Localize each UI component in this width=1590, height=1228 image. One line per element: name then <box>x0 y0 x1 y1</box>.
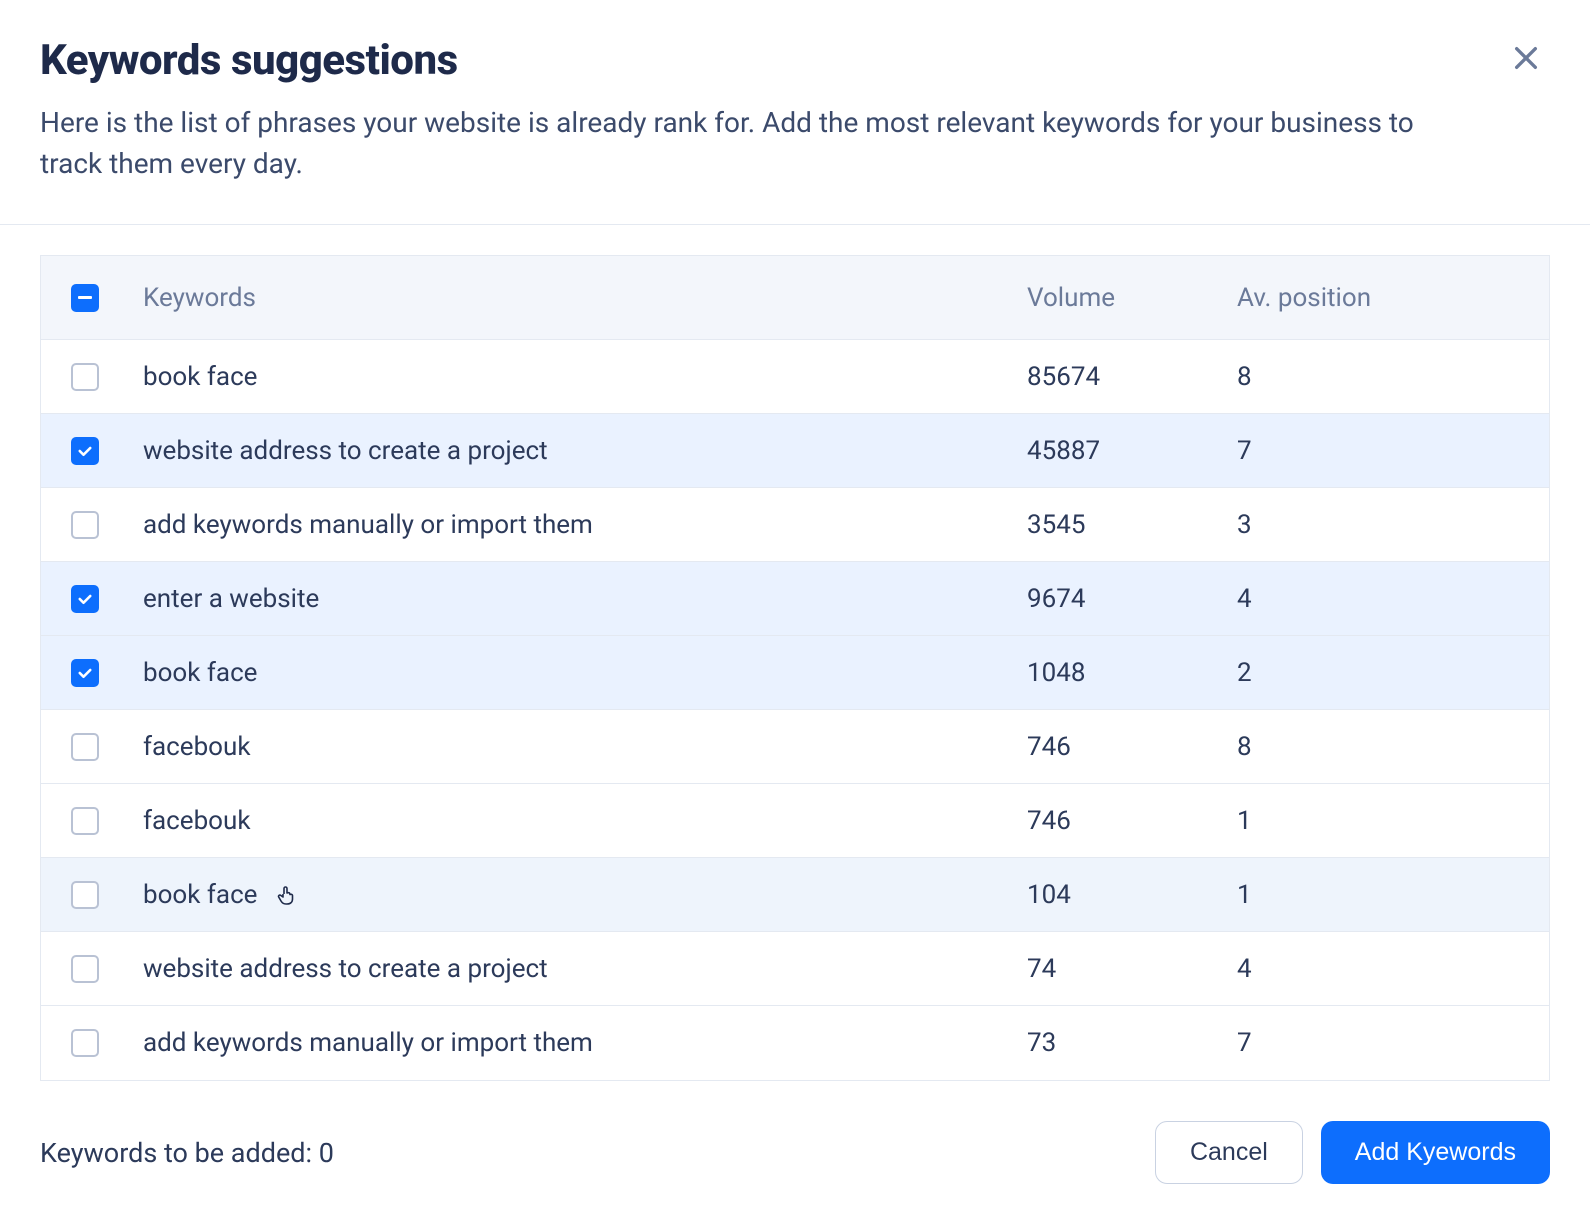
pointer-cursor-icon <box>275 883 299 907</box>
keyword-cell: enter a website <box>143 584 1027 614</box>
position-cell: 8 <box>1237 732 1537 762</box>
close-icon <box>1510 42 1542 74</box>
indeterminate-icon <box>78 296 92 299</box>
checkbox-cell <box>53 955 143 983</box>
volume-cell: 85674 <box>1027 362 1237 392</box>
volume-cell: 9674 <box>1027 584 1237 614</box>
keyword-text: add keywords manually or import them <box>143 1028 593 1058</box>
close-button[interactable] <box>1506 38 1546 82</box>
volume-cell: 104 <box>1027 880 1237 910</box>
checkbox-cell <box>53 363 143 391</box>
footer-actions: Cancel Add Kyewords <box>1155 1121 1550 1184</box>
keyword-text: enter a website <box>143 584 319 614</box>
header-volume: Volume <box>1027 283 1237 313</box>
table-row[interactable]: add keywords manually or import them 3545… <box>41 488 1549 562</box>
counter-value: 0 <box>319 1137 334 1169</box>
keyword-text: facebouk <box>143 806 251 836</box>
table-row[interactable]: facebouk 7468 <box>41 710 1549 784</box>
table-row[interactable]: add keywords manually or import them 737 <box>41 1006 1549 1080</box>
keyword-text: website address to create a project <box>143 954 548 984</box>
position-cell: 2 <box>1237 658 1537 688</box>
checkbox-cell <box>53 733 143 761</box>
checkbox-cell <box>53 1029 143 1057</box>
volume-cell: 73 <box>1027 1028 1237 1058</box>
row-checkbox[interactable] <box>71 659 99 687</box>
header-position: Av. position <box>1237 283 1537 313</box>
divider <box>0 224 1590 225</box>
keyword-text: book face <box>143 362 257 392</box>
row-checkbox[interactable] <box>71 437 99 465</box>
select-all-checkbox[interactable] <box>71 284 99 312</box>
volume-cell: 45887 <box>1027 436 1237 466</box>
checkbox-cell <box>53 437 143 465</box>
row-checkbox[interactable] <box>71 585 99 613</box>
row-checkbox[interactable] <box>71 955 99 983</box>
keyword-suggestions-modal: Keywords suggestions Here is the list of… <box>0 0 1590 1224</box>
keyword-cell: website address to create a project <box>143 954 1027 984</box>
position-cell: 3 <box>1237 510 1537 540</box>
position-cell: 1 <box>1237 880 1537 910</box>
checkbox-cell <box>53 807 143 835</box>
select-all-cell <box>53 284 143 312</box>
volume-cell: 3545 <box>1027 510 1237 540</box>
keyword-text: book face <box>143 880 257 910</box>
keyword-cell: website address to create a project <box>143 436 1027 466</box>
header-keywords: Keywords <box>143 283 1027 313</box>
row-checkbox[interactable] <box>71 363 99 391</box>
row-checkbox[interactable] <box>71 1029 99 1057</box>
checkbox-cell <box>53 659 143 687</box>
table-header-row: Keywords Volume Av. position <box>41 256 1549 340</box>
keyword-text: website address to create a project <box>143 436 548 466</box>
check-icon <box>76 590 94 608</box>
keyword-cell: add keywords manually or import them <box>143 1028 1027 1058</box>
keyword-cell: book face <box>143 658 1027 688</box>
keyword-cell: book face <box>143 362 1027 392</box>
volume-cell: 1048 <box>1027 658 1237 688</box>
position-cell: 4 <box>1237 954 1537 984</box>
check-icon <box>76 442 94 460</box>
keyword-cell: book face <box>143 880 1027 910</box>
position-cell: 7 <box>1237 436 1537 466</box>
keywords-counter: Keywords to be added: 0 <box>40 1137 334 1169</box>
keyword-cell: facebouk <box>143 806 1027 836</box>
keyword-cell: facebouk <box>143 732 1027 762</box>
modal-footer: Keywords to be added: 0 Cancel Add Kyewo… <box>40 1121 1550 1184</box>
volume-cell: 74 <box>1027 954 1237 984</box>
position-cell: 8 <box>1237 362 1537 392</box>
row-checkbox[interactable] <box>71 807 99 835</box>
keyword-text: book face <box>143 658 257 688</box>
volume-cell: 746 <box>1027 806 1237 836</box>
table-row[interactable]: facebouk 7461 <box>41 784 1549 858</box>
cancel-button[interactable]: Cancel <box>1155 1121 1303 1184</box>
table-row[interactable]: book face 10482 <box>41 636 1549 710</box>
keyword-cell: add keywords manually or import them <box>143 510 1027 540</box>
position-cell: 1 <box>1237 806 1537 836</box>
row-checkbox[interactable] <box>71 881 99 909</box>
keywords-table: Keywords Volume Av. position book face 85… <box>40 255 1550 1081</box>
checkbox-cell <box>53 585 143 613</box>
table-row[interactable]: book face 856748 <box>41 340 1549 414</box>
add-keywords-button[interactable]: Add Kyewords <box>1321 1121 1550 1184</box>
keyword-text: facebouk <box>143 732 251 762</box>
table-row[interactable]: enter a website 96744 <box>41 562 1549 636</box>
volume-cell: 746 <box>1027 732 1237 762</box>
modal-title: Keywords suggestions <box>40 36 1550 85</box>
position-cell: 4 <box>1237 584 1537 614</box>
checkbox-cell <box>53 511 143 539</box>
row-checkbox[interactable] <box>71 511 99 539</box>
position-cell: 7 <box>1237 1028 1537 1058</box>
table-row[interactable]: book face 1041 <box>41 858 1549 932</box>
counter-label: Keywords to be added: <box>40 1137 319 1169</box>
check-icon <box>76 664 94 682</box>
row-checkbox[interactable] <box>71 733 99 761</box>
table-row[interactable]: website address to create a project 45887… <box>41 414 1549 488</box>
modal-subtitle: Here is the list of phrases your website… <box>40 103 1440 184</box>
table-row[interactable]: website address to create a project 744 <box>41 932 1549 1006</box>
checkbox-cell <box>53 881 143 909</box>
keyword-text: add keywords manually or import them <box>143 510 593 540</box>
